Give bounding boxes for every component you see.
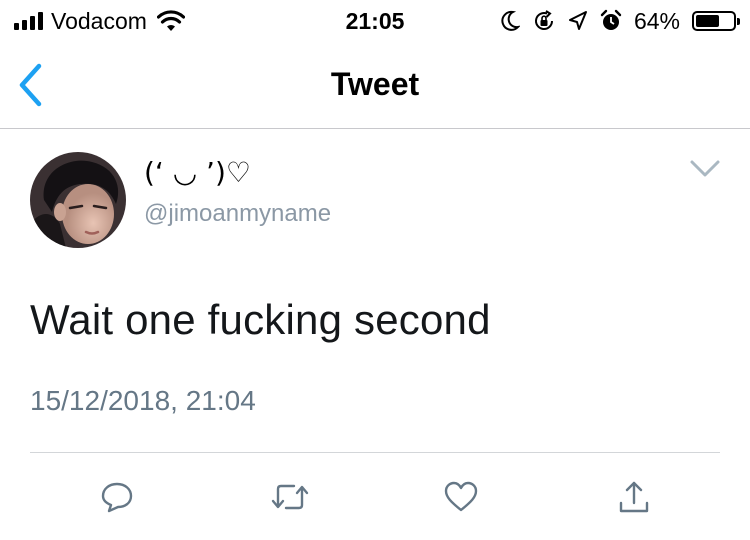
avatar[interactable] bbox=[30, 152, 126, 248]
retweet-button[interactable] bbox=[270, 477, 310, 517]
battery-percent: 64% bbox=[633, 7, 680, 34]
more-options-button[interactable] bbox=[688, 156, 722, 182]
alarm-icon bbox=[600, 9, 622, 30]
reply-button[interactable] bbox=[97, 477, 137, 517]
battery-icon bbox=[692, 11, 740, 31]
page-title: Tweet bbox=[330, 66, 420, 102]
share-button[interactable] bbox=[614, 477, 654, 517]
tweet-text: Wait one fucking second bbox=[30, 296, 491, 343]
retweet-icon bbox=[271, 484, 309, 510]
location-icon bbox=[568, 11, 587, 30]
user-handle[interactable]: @jimoanmyname bbox=[144, 200, 331, 228]
like-icon bbox=[444, 481, 478, 512]
chevron-down-icon bbox=[690, 160, 720, 177]
like-button[interactable] bbox=[441, 477, 481, 517]
avatar-image bbox=[30, 152, 126, 248]
divider bbox=[30, 452, 720, 453]
tweet-timestamp: 15/12/2018, 21:04 bbox=[30, 385, 256, 416]
share-icon bbox=[619, 481, 649, 513]
status-bar: Vodacom 21:05 64% bbox=[0, 0, 750, 44]
moon-icon bbox=[501, 10, 520, 31]
display-name[interactable]: (‘ ◡ ’)♡ bbox=[144, 156, 251, 189]
rotation-lock-icon bbox=[534, 10, 553, 30]
battery-level bbox=[696, 15, 719, 27]
reply-icon bbox=[101, 482, 133, 513]
status-bar-right: 64% bbox=[500, 6, 740, 36]
nav-bar: Tweet bbox=[0, 44, 750, 129]
